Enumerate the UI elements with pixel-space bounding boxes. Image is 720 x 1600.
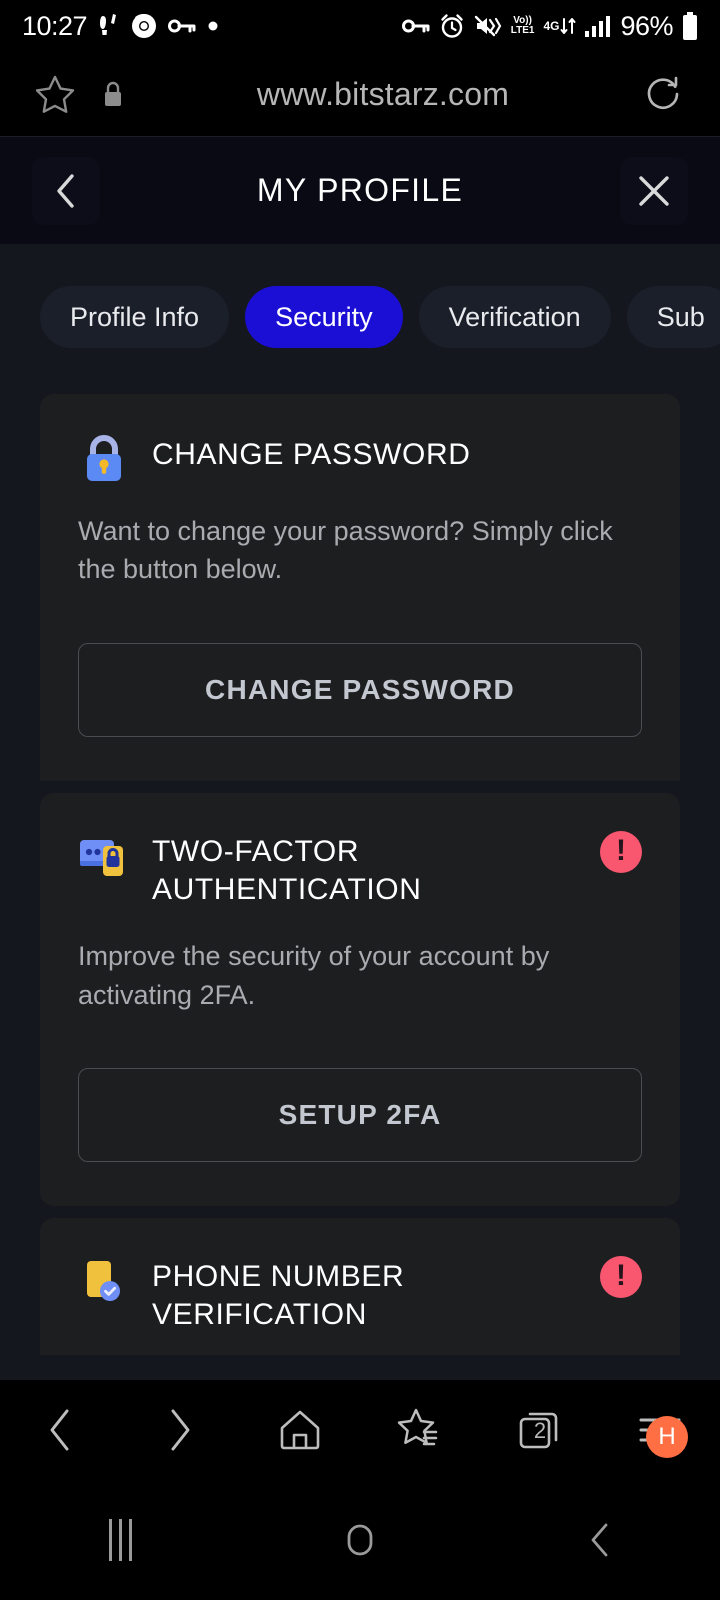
android-nav-bar	[0, 1480, 720, 1600]
key-icon	[168, 17, 196, 35]
battery-icon	[682, 12, 698, 40]
card-description: Want to change your password? Simply cli…	[78, 516, 613, 585]
two-factor-icon	[78, 829, 130, 881]
back-arrow-icon	[50, 1409, 69, 1451]
footsteps-icon	[98, 13, 120, 39]
card-title: PHONE NUMBER VERIFICATION	[152, 1260, 405, 1332]
toolbar-bookmarks-button[interactable]	[360, 1406, 480, 1454]
home-circle-icon	[347, 1524, 373, 1556]
page-title: MY PROFILE	[256, 172, 464, 208]
alert-exclamation: !	[616, 1259, 626, 1293]
toolbar-menu-button[interactable]: H	[600, 1410, 720, 1458]
padlock-icon	[78, 432, 130, 484]
card-header: TWO-FACTOR AUTHENTICATION !	[78, 829, 642, 910]
data-transfer-icon: 4G	[543, 15, 576, 37]
header-close-button[interactable]	[620, 156, 688, 225]
forward-arrow-icon	[171, 1409, 190, 1451]
header-back-button[interactable]	[32, 156, 100, 225]
status-bar-right: Vo)) LTE1 4G 96%	[401, 10, 698, 42]
card-two-factor-authentication: TWO-FACTOR AUTHENTICATION ! Improve the …	[40, 792, 680, 1207]
status-badge: !	[600, 830, 642, 873]
key-icon	[401, 17, 430, 35]
profile-tabs[interactable]: Profile Info Security Verification Sub	[0, 244, 720, 348]
tab-security[interactable]: Security	[245, 286, 403, 348]
setup-2fa-button[interactable]: SETUP 2FA	[78, 1068, 642, 1163]
nav-home-button[interactable]	[240, 1517, 480, 1563]
lock-icon[interactable]	[102, 80, 124, 108]
toolbar-home-button[interactable]	[240, 1407, 360, 1453]
recents-icon	[108, 1519, 132, 1561]
browser-url-bar[interactable]: www.bitstarz.com	[0, 52, 720, 136]
clock: 10:27	[22, 10, 88, 41]
phone-verified-icon	[78, 1254, 130, 1306]
url-bar-left-icons	[34, 74, 124, 114]
card-title: CHANGE PASSWORD	[152, 438, 471, 471]
back-chevron-icon	[57, 173, 74, 208]
card-description: Improve the security of your account by …	[78, 941, 550, 1010]
change-password-button[interactable]: CHANGE PASSWORD	[78, 642, 642, 737]
menu-badge: H	[646, 1416, 688, 1458]
back-chevron-icon	[591, 1523, 608, 1557]
status-badge: !	[600, 1256, 642, 1299]
tab-verification[interactable]: Verification	[418, 286, 611, 348]
reload-icon[interactable]	[642, 72, 686, 116]
page-content: Profile Info Security Verification Sub C…	[0, 244, 720, 1380]
card-phone-number-verification: PHONE NUMBER VERIFICATION !	[40, 1218, 680, 1355]
status-bar: 10:27 Vo)) LTE1 4G 96%	[0, 0, 720, 52]
vibrate-mute-icon	[474, 14, 502, 38]
alarm-icon	[439, 13, 465, 39]
home-icon	[280, 1410, 320, 1450]
chrome-icon	[131, 13, 157, 39]
signal-bars-icon	[585, 15, 611, 37]
nav-recents-button[interactable]	[0, 1519, 240, 1561]
tab-profile-info[interactable]: Profile Info	[40, 286, 230, 348]
tab-count: 2	[533, 1418, 547, 1444]
card-header: CHANGE PASSWORD	[78, 432, 642, 484]
card-header: PHONE NUMBER VERIFICATION !	[78, 1254, 642, 1335]
url-text[interactable]: www.bitstarz.com	[124, 76, 642, 113]
card-title: TWO-FACTOR AUTHENTICATION	[152, 834, 422, 907]
battery-percent: 96%	[620, 10, 673, 41]
star-icon[interactable]	[34, 74, 76, 114]
toolbar-tabs-button[interactable]: 2	[480, 1406, 600, 1454]
dot-icon	[207, 20, 219, 32]
page-header: MY PROFILE	[0, 136, 720, 244]
phone-screen: 10:27 Vo)) LTE1 4G 96% www.bitstarz.com …	[0, 0, 720, 1600]
bookmarks-star-icon	[397, 1408, 438, 1446]
card-change-password: CHANGE PASSWORD Want to change your pass…	[40, 394, 680, 781]
status-bar-left: 10:27	[22, 11, 219, 42]
close-x-icon	[639, 175, 669, 206]
browser-toolbar: 2 H	[0, 1380, 720, 1480]
tab-subscriptions[interactable]: Sub	[626, 286, 720, 348]
nav-back-button[interactable]	[480, 1517, 720, 1563]
toolbar-back-button[interactable]	[0, 1406, 120, 1454]
toolbar-forward-button[interactable]	[120, 1406, 240, 1454]
volte-icon: Vo)) LTE1	[510, 15, 535, 36]
alert-exclamation: !	[616, 833, 626, 867]
